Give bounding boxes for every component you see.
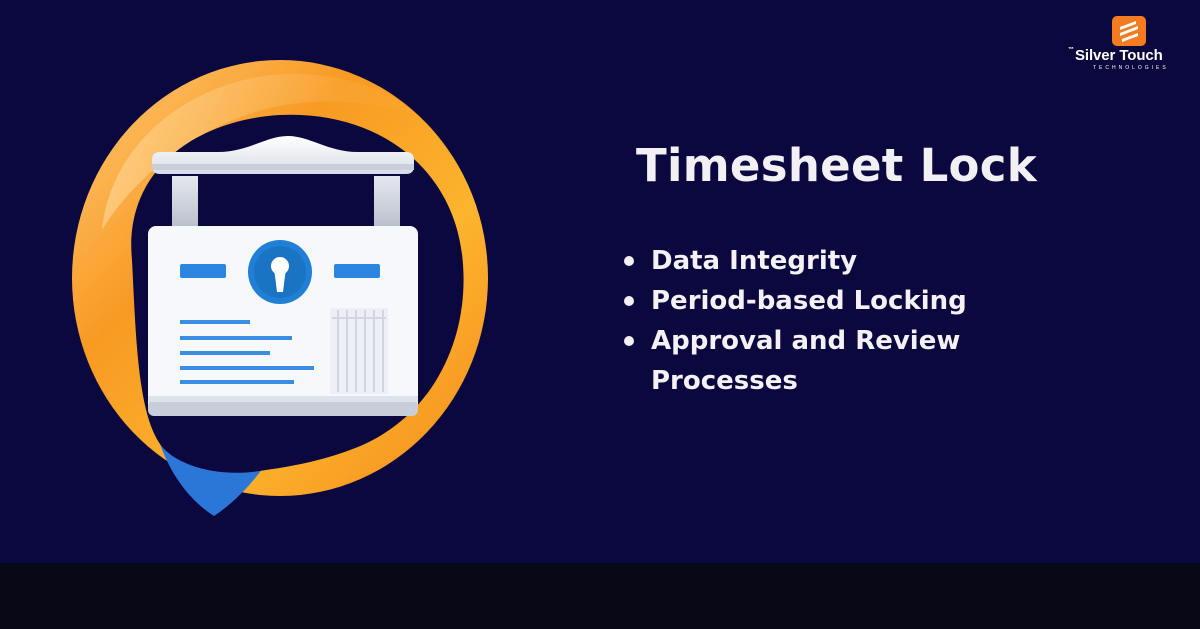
feature-label: Approval and Review Processes xyxy=(651,326,961,396)
bullet-icon xyxy=(624,256,634,266)
locked-timesheet-icon xyxy=(72,60,488,516)
promo-banner: Timesheet Lock Data Integrity Period-bas… xyxy=(0,0,1200,563)
timesheet-card xyxy=(148,226,418,416)
feature-label: Data Integrity xyxy=(651,246,858,276)
brand-tagline: TECHNOLOGIES xyxy=(1093,65,1169,71)
brand-mark-icon xyxy=(1112,16,1146,46)
brand-logo[interactable]: ™ Silver Touch TECHNOLOGIES xyxy=(1068,16,1190,74)
trademark-symbol: ™ xyxy=(1068,47,1074,53)
page-title: Timesheet Lock xyxy=(636,139,1037,192)
brand-name: Silver Touch xyxy=(1075,47,1163,64)
bullet-icon xyxy=(624,336,634,346)
feature-item: Period-based Locking xyxy=(622,281,1002,321)
keyhole-icon xyxy=(248,240,312,304)
bullet-icon xyxy=(624,296,634,306)
illustration xyxy=(42,40,522,530)
feature-label: Period-based Locking xyxy=(651,286,967,316)
feature-item: Approval and Review Processes xyxy=(622,321,1002,401)
footer-band xyxy=(0,563,1200,629)
feature-list: Data Integrity Period-based Locking Appr… xyxy=(622,241,1002,401)
feature-item: Data Integrity xyxy=(622,241,1002,281)
